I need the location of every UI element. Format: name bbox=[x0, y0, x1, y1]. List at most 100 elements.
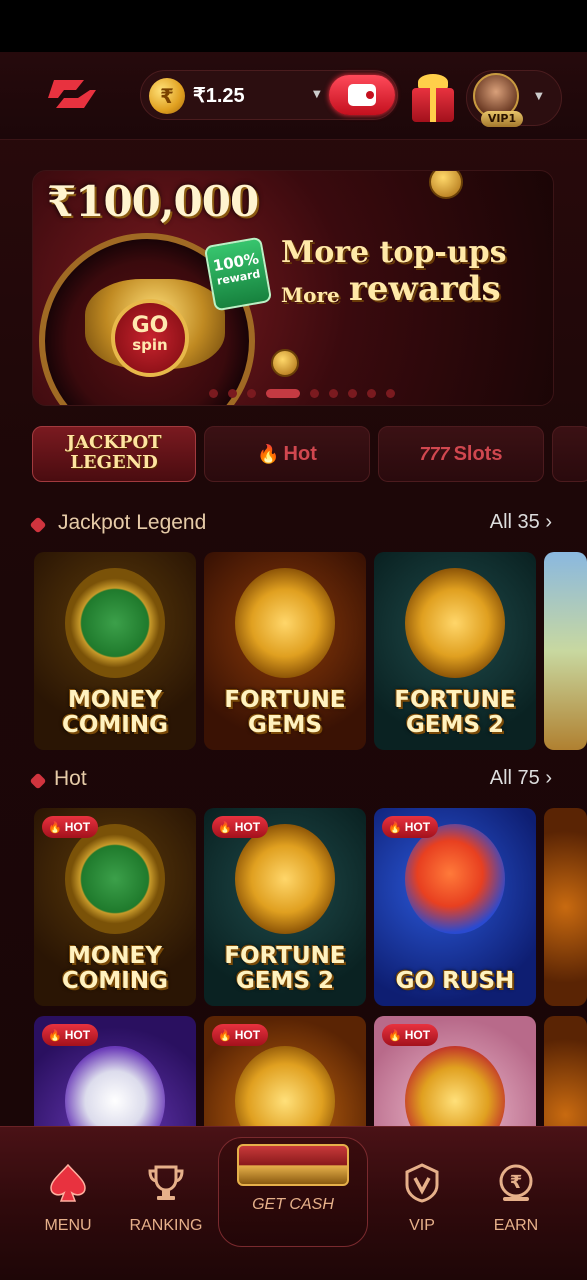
treasure-chest-icon bbox=[237, 1144, 349, 1186]
carousel-dot[interactable] bbox=[209, 389, 218, 398]
flame-icon: 🔥 bbox=[48, 822, 62, 834]
game-card-money-coming[interactable]: MONEY COMING bbox=[34, 552, 196, 750]
top-header: ₹ ₹1.25 ▼ VIP1 ▼ bbox=[0, 52, 587, 140]
hot-badge: 🔥 HOT bbox=[42, 1024, 99, 1046]
carousel-dot[interactable] bbox=[247, 389, 256, 398]
badge-label: HOT bbox=[234, 820, 261, 834]
banner-subline-more: More bbox=[281, 283, 340, 307]
game-card-fortune-gems[interactable]: FORTUNE GEMS bbox=[204, 552, 366, 750]
diamond-bullet-icon bbox=[29, 516, 47, 534]
nav-get-cash[interactable]: GET CASH bbox=[218, 1137, 368, 1247]
banner-headline: More top-ups bbox=[281, 235, 507, 270]
carousel-dot[interactable] bbox=[310, 389, 319, 398]
nav-menu[interactable]: MENU bbox=[20, 1163, 116, 1243]
777-icon: 777 bbox=[419, 444, 450, 464]
game-card-partial[interactable] bbox=[544, 808, 587, 1006]
game-art bbox=[65, 824, 165, 934]
go-label: GO bbox=[131, 313, 169, 338]
section-header-jackpot: Jackpot Legend All 35 › bbox=[29, 510, 552, 540]
section-title: Hot bbox=[54, 767, 87, 790]
rupee-earn-icon: ₹ bbox=[499, 1164, 533, 1201]
spin-label: spin bbox=[132, 336, 168, 354]
view-all-link[interactable]: All 75 › bbox=[490, 767, 552, 790]
game-art bbox=[235, 824, 335, 934]
game-card-fortune-gems-2[interactable]: 🔥 HOT FORTUNE GEMS 2 bbox=[204, 808, 366, 1006]
nav-label: EARN bbox=[493, 1217, 539, 1234]
tab-label: Slots bbox=[453, 443, 503, 465]
banner-prize: ₹100,000 bbox=[47, 177, 259, 226]
game-card-fortune-gems-2[interactable]: FORTUNE GEMS 2 bbox=[374, 552, 536, 750]
floating-coin-icon bbox=[429, 171, 463, 199]
hot-badge: 🔥 HOT bbox=[212, 816, 269, 838]
tab-label-wrap: 🔥 Hot bbox=[205, 443, 369, 466]
promo-banner[interactable]: GO spin ₹100,000 100% reward More top-up… bbox=[32, 170, 554, 406]
hot-badge: 🔥 HOT bbox=[382, 816, 439, 838]
balance-amount: ₹1.25 bbox=[193, 85, 245, 107]
profile-pill[interactable]: VIP1 ▼ bbox=[466, 70, 562, 127]
game-title: GO RUSH bbox=[395, 968, 515, 994]
flame-icon: 🔥 bbox=[48, 1030, 62, 1042]
game-art bbox=[405, 568, 505, 678]
wallet-icon bbox=[348, 84, 376, 106]
game-title: FORTUNE GEMS bbox=[224, 687, 346, 738]
nav-label: MENU bbox=[44, 1217, 92, 1234]
tab-more[interactable] bbox=[552, 426, 587, 482]
tab-hot[interactable]: 🔥 Hot bbox=[204, 426, 370, 482]
trophy-icon bbox=[148, 1165, 184, 1200]
nav-ranking[interactable]: RANKING bbox=[118, 1163, 214, 1243]
section-title: Jackpot Legend bbox=[58, 511, 207, 534]
app-screen: ₹ ₹1.25 ▼ VIP1 ▼ GO spin ₹100,000 100% r… bbox=[0, 52, 587, 1280]
game-title: MONEY COMING bbox=[61, 687, 168, 738]
vip-badge: VIP1 bbox=[481, 111, 523, 127]
flame-icon: 🔥 bbox=[218, 822, 232, 834]
section-header-hot: Hot All 75 › bbox=[29, 766, 552, 796]
tab-jackpot-legend[interactable]: JACKPOT LEGEND bbox=[32, 426, 196, 482]
svg-text:₹: ₹ bbox=[510, 1172, 523, 1193]
go-spin-button: GO spin bbox=[111, 299, 189, 377]
wallet-button[interactable] bbox=[329, 75, 395, 115]
nav-label: RANKING bbox=[129, 1217, 203, 1234]
game-card-go-rush[interactable]: 🔥 HOT GO RUSH bbox=[374, 808, 536, 1006]
spade-icon bbox=[50, 1163, 86, 1202]
carousel-dot[interactable] bbox=[386, 389, 395, 398]
badge-label: HOT bbox=[64, 820, 91, 834]
badge-label: HOT bbox=[64, 1028, 91, 1042]
carousel-dot[interactable] bbox=[348, 389, 357, 398]
nav-label: GET CASH bbox=[252, 1196, 334, 1213]
tab-label-wrap: 777 Slots bbox=[379, 443, 543, 466]
vip-shield-icon bbox=[405, 1163, 439, 1203]
tab-label: Hot bbox=[283, 443, 317, 465]
hot-badge: 🔥 HOT bbox=[382, 1024, 439, 1046]
chevron-down-icon[interactable]: ▼ bbox=[535, 91, 543, 102]
view-all-link[interactable]: All 35 › bbox=[490, 511, 552, 534]
flame-icon: 🔥 bbox=[388, 1030, 402, 1042]
badge-label: HOT bbox=[404, 1028, 431, 1042]
tab-slots[interactable]: 777 Slots bbox=[378, 426, 544, 482]
game-art bbox=[235, 568, 335, 678]
banner-subline-rewards: rewards bbox=[349, 269, 501, 309]
nav-earn[interactable]: ₹ EARN bbox=[468, 1163, 564, 1243]
game-card-partial[interactable] bbox=[544, 552, 587, 750]
brand-logo[interactable] bbox=[44, 76, 100, 112]
reward-tag: 100% reward bbox=[203, 236, 273, 312]
bottom-nav: MENU RANKING GET CASH VIP ₹ EARN bbox=[0, 1126, 587, 1280]
game-art bbox=[65, 568, 165, 678]
status-bar-area bbox=[0, 0, 587, 52]
nav-vip[interactable]: VIP bbox=[374, 1163, 470, 1243]
carousel-dot[interactable] bbox=[329, 389, 338, 398]
diamond-bullet-icon bbox=[29, 772, 47, 790]
floating-coin-icon bbox=[271, 349, 299, 377]
balance-pill[interactable]: ₹ ₹1.25 ▼ bbox=[140, 70, 398, 120]
carousel-dot[interactable] bbox=[228, 389, 237, 398]
flame-icon: 🔥 bbox=[388, 822, 402, 834]
flame-icon: 🔥 bbox=[218, 1030, 232, 1042]
nav-label: VIP bbox=[409, 1217, 435, 1234]
chevron-down-icon[interactable]: ▼ bbox=[313, 89, 321, 100]
gift-button[interactable] bbox=[408, 72, 458, 124]
game-art bbox=[405, 824, 505, 934]
game-card-money-coming[interactable]: 🔥 HOT MONEY COMING bbox=[34, 808, 196, 1006]
hot-badge: 🔥 HOT bbox=[212, 1024, 269, 1046]
game-title: FORTUNE GEMS 2 bbox=[394, 687, 516, 738]
carousel-dot[interactable] bbox=[266, 389, 300, 398]
carousel-dot[interactable] bbox=[367, 389, 376, 398]
